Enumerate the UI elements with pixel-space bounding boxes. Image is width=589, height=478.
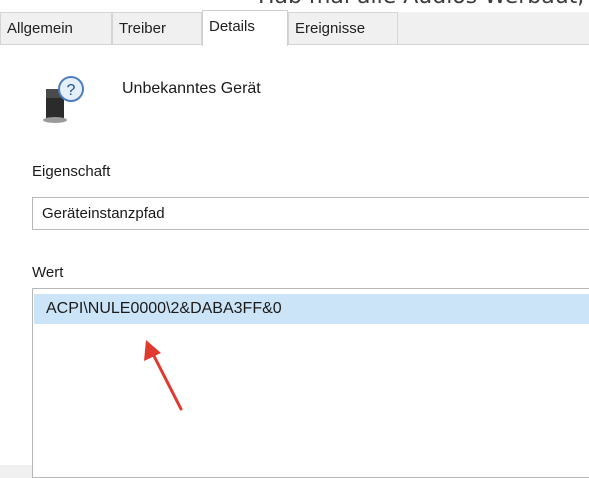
tab-allgemein[interactable]: Allgemein bbox=[0, 12, 112, 44]
tab-bar: Allgemein Treiber Details Ereignisse bbox=[0, 10, 589, 46]
value-list-item[interactable]: ACPI\NULE0000\2&DABA3FF&0 bbox=[34, 294, 589, 324]
header-text: Hab mal alle Audios Werbaut, von diesen bbox=[258, 0, 589, 9]
unknown-device-icon: ? bbox=[43, 76, 84, 123]
device-name: Unbekanntes Gerät bbox=[122, 80, 261, 97]
svg-text:?: ? bbox=[67, 82, 76, 99]
tab-treiber[interactable]: Treiber bbox=[112, 12, 202, 44]
tab-ereignisse[interactable]: Ereignisse bbox=[288, 12, 398, 44]
tab-details[interactable]: Details bbox=[202, 10, 288, 46]
property-label: Eigenschaft bbox=[32, 163, 111, 180]
property-dropdown[interactable]: Geräteinstanzpfad bbox=[32, 197, 589, 230]
value-listbox[interactable]: ACPI\NULE0000\2&DABA3FF&0 bbox=[32, 288, 589, 478]
value-label: Wert bbox=[32, 264, 64, 281]
top-text-strip: Hab mal alle Audios Werbaut, von diesen bbox=[0, 0, 589, 12]
